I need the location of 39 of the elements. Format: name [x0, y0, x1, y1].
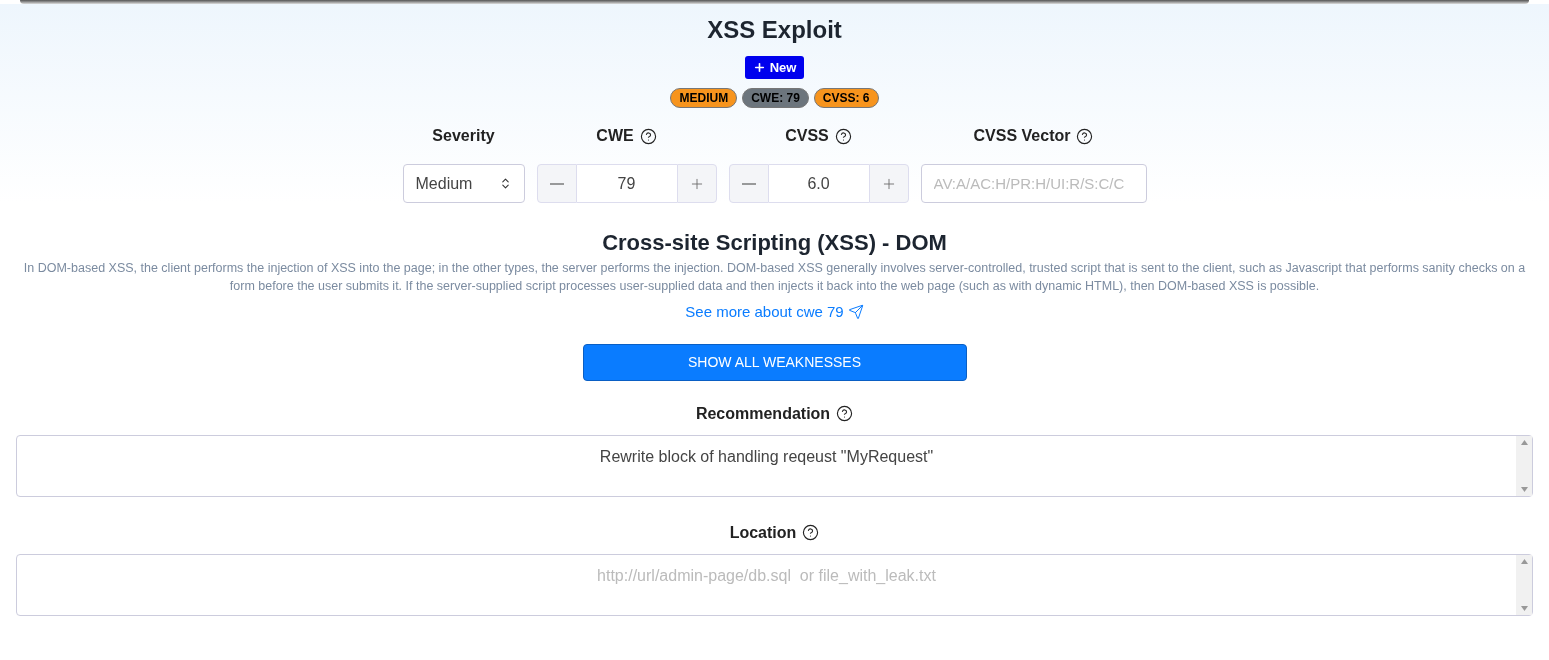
field-label: CVSS	[785, 126, 829, 146]
scroll-up-icon	[1520, 558, 1528, 564]
paper-plane-icon	[847, 304, 864, 321]
text-area[interactable]: Rewrite block of handling reqeust "MyRequest"	[16, 434, 1533, 497]
minus-icon	[549, 182, 564, 185]
help-icon[interactable]	[802, 524, 820, 541]
help-icon[interactable]	[639, 127, 657, 145]
weakness-description: In DOM-based XSS, the client performs the injection of XSS into the page; in the other types, the server performs the injection. DOM-based XSS generally involves server-controlled, trusted script that is sent to the client, such as Javascript that performs sanity checks on a form before the user submits it. If the server-supplied script processes user-supplied data and then injects it back into the web page (such as with dynamic HTML), then DOM-based XSS is possible.	[22, 260, 1527, 295]
scrollbar[interactable]	[1516, 435, 1532, 496]
vector-field[interactable]: AV:A/AC:H/PR:H/UI:R/S:C/C	[920, 164, 1147, 203]
tag-badge: CWE: 79	[742, 88, 809, 108]
page-title: XSS Exploit	[707, 15, 842, 45]
tag-badge: CVSS: 6	[813, 88, 879, 108]
number-field[interactable]: 6.0	[768, 164, 869, 203]
plus-icon	[752, 61, 766, 74]
field-label: Severity	[432, 126, 495, 146]
show-all-button[interactable]: SHOW ALL WEAKNESSES	[582, 343, 967, 381]
scrollbar[interactable]	[1516, 554, 1532, 615]
decrement-button[interactable]	[728, 164, 769, 203]
increment-button[interactable]	[676, 164, 717, 203]
help-icon[interactable]	[834, 127, 852, 145]
cwe-link[interactable]: See more about cwe 79	[685, 301, 864, 324]
new-button[interactable]: New	[744, 56, 805, 79]
field-label: CVSS Vector	[973, 126, 1071, 146]
scroll-up-icon	[1520, 439, 1528, 445]
decrement-button[interactable]	[536, 164, 577, 203]
minus-icon	[741, 182, 756, 185]
weakness-title: Cross-site Scripting (XSS) - DOM	[602, 229, 947, 257]
help-icon[interactable]	[1076, 127, 1094, 145]
field-label: CWE	[596, 126, 634, 146]
number-field[interactable]: 79	[576, 164, 677, 203]
scroll-down-icon	[1520, 486, 1528, 492]
severity-select[interactable]: Medium	[402, 164, 525, 203]
increment-button[interactable]	[868, 164, 909, 203]
section-label: Location	[729, 522, 797, 543]
help-icon[interactable]	[836, 405, 854, 422]
tag-badge: MEDIUM	[670, 88, 738, 108]
scroll-down-icon	[1520, 605, 1528, 611]
section-label: Recommendation	[695, 403, 831, 424]
